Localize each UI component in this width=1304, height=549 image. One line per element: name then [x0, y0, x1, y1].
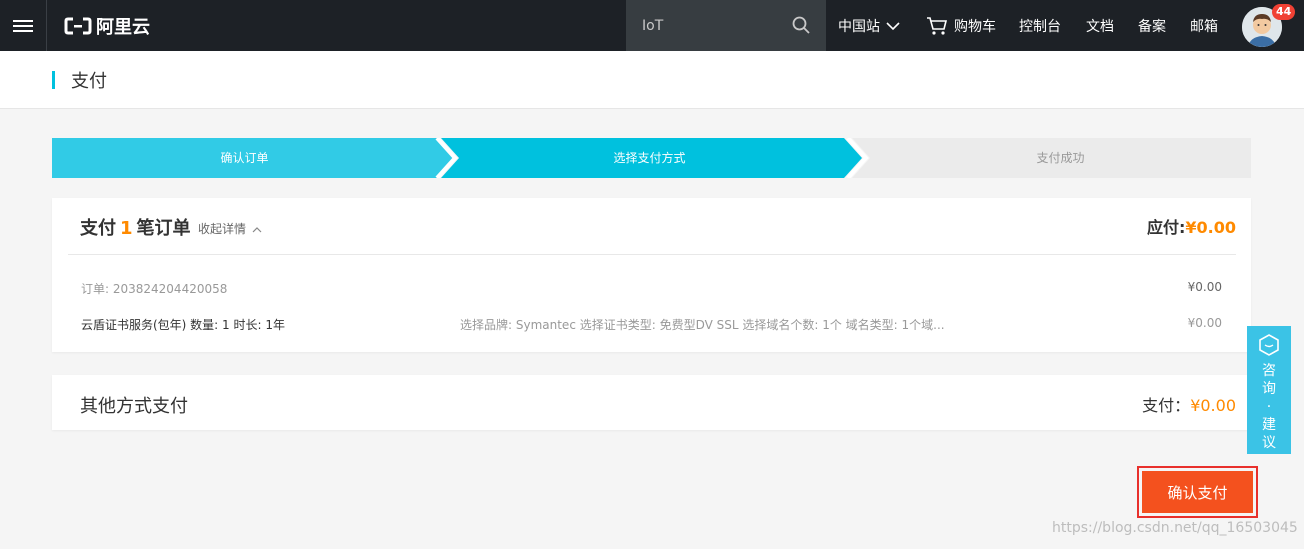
step-payment-success: 支付成功	[1036, 151, 1085, 165]
cart-label: 购物车	[954, 18, 996, 35]
notification-badge[interactable]: 44	[1272, 4, 1296, 20]
order-title: 支付 1 笔订单	[80, 214, 191, 240]
title-accent-bar	[52, 71, 55, 89]
menu-icon[interactable]	[0, 0, 47, 51]
chevron-down-icon	[886, 21, 900, 30]
step-confirm-order: 确认订单	[220, 151, 269, 165]
page-title: 支付	[71, 71, 107, 92]
amount-due: 应付:¥0.00	[1147, 214, 1236, 238]
consult-label: 咨询·建议	[1262, 363, 1276, 451]
confirm-payment-button[interactable]: 确认支付	[1142, 471, 1253, 513]
amount-due-value: ¥0.00	[1185, 218, 1236, 237]
search-box	[626, 0, 826, 51]
region-selector[interactable]: 中国站	[838, 0, 900, 51]
mail-link[interactable]: 邮箱	[1190, 0, 1218, 51]
consult-suggest-widget[interactable]: 咨询·建议	[1247, 326, 1291, 454]
search-icon[interactable]	[792, 16, 810, 34]
mail-label: 邮箱	[1190, 18, 1218, 35]
chevron-up-icon	[252, 227, 262, 233]
console-link[interactable]: 控制台	[1019, 0, 1061, 51]
order-id: 订单: 203824204420058	[81, 282, 228, 296]
payment-steps: 确认订单 选择支付方式 支付成功	[52, 138, 1251, 178]
logo-mark-icon	[64, 17, 92, 35]
collapse-details-link[interactable]: 收起详情	[198, 220, 262, 237]
order-amount: ¥0.00	[1187, 280, 1222, 294]
docs-label: 文档	[1086, 18, 1114, 35]
page-header: 支付	[0, 51, 1304, 109]
filing-label: 备案	[1138, 18, 1166, 35]
product-amount: ¥0.00	[1187, 316, 1222, 330]
search-input[interactable]	[642, 17, 782, 34]
watermark: https://blog.csdn.net/qq_16503045	[1052, 520, 1298, 536]
amount-due-label: 应付:	[1146, 218, 1186, 237]
order-count: 1	[120, 218, 133, 239]
region-label: 中国站	[838, 18, 880, 35]
other-payment-value: ¥0.00	[1190, 396, 1236, 415]
filing-link[interactable]: 备案	[1138, 0, 1166, 51]
other-payment-title: 其他方式支付	[80, 396, 188, 417]
cart-link[interactable]: 购物车	[926, 0, 996, 51]
aliyun-logo[interactable]: 阿里云	[64, 12, 150, 40]
product-specs: 选择品牌: Symantec 选择证书类型: 免费型DV SSL 选择域名个数:…	[460, 318, 945, 332]
step-select-payment: 选择支付方式	[613, 151, 686, 165]
top-navbar: 阿里云 中国站 购物车 控制台 文档 备案 邮箱	[0, 0, 1304, 51]
cart-icon	[927, 16, 948, 35]
collapse-details-label: 收起详情	[198, 222, 247, 236]
order-title-prefix: 支付	[80, 218, 116, 239]
docs-link[interactable]: 文档	[1086, 0, 1114, 51]
divider	[68, 254, 1236, 255]
logo-text: 阿里云	[96, 17, 150, 38]
other-payment-label: 支付：	[1142, 396, 1191, 415]
console-label: 控制台	[1019, 18, 1061, 35]
other-payment-amount: 支付：¥0.00	[1142, 392, 1236, 416]
hexagon-chat-icon	[1259, 334, 1279, 356]
order-summary-card: 支付 1 笔订单 收起详情 应付:¥0.00 订单: 203824204420058…	[52, 198, 1251, 352]
order-title-suffix: 笔订单	[136, 218, 191, 239]
product-description: 云盾证书服务(包年) 数量: 1 时长: 1年	[81, 318, 285, 332]
confirm-button-highlight: 确认支付	[1137, 466, 1258, 518]
other-payment-card[interactable]: 其他方式支付 支付：¥0.00	[52, 375, 1251, 430]
